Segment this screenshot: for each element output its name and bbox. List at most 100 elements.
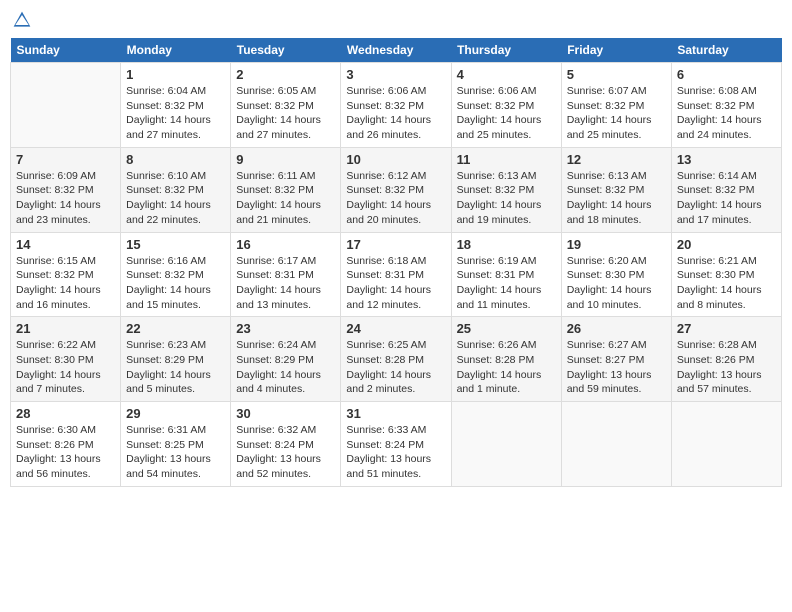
col-header-thursday: Thursday bbox=[451, 38, 561, 63]
page-header bbox=[10, 10, 782, 30]
day-number: 30 bbox=[236, 406, 335, 421]
calendar-header-row: SundayMondayTuesdayWednesdayThursdayFrid… bbox=[11, 38, 782, 63]
day-info: Sunrise: 6:11 AM Sunset: 8:32 PM Dayligh… bbox=[236, 169, 335, 228]
day-number: 28 bbox=[16, 406, 115, 421]
day-info: Sunrise: 6:21 AM Sunset: 8:30 PM Dayligh… bbox=[677, 254, 776, 313]
calendar-cell: 15 Sunrise: 6:16 AM Sunset: 8:32 PM Dayli… bbox=[121, 232, 231, 317]
day-number: 20 bbox=[677, 237, 776, 252]
day-number: 3 bbox=[346, 67, 445, 82]
day-info: Sunrise: 6:31 AM Sunset: 8:25 PM Dayligh… bbox=[126, 423, 225, 482]
calendar-cell: 9 Sunrise: 6:11 AM Sunset: 8:32 PM Daylig… bbox=[231, 147, 341, 232]
day-number: 27 bbox=[677, 321, 776, 336]
day-number: 13 bbox=[677, 152, 776, 167]
calendar-cell: 26 Sunrise: 6:27 AM Sunset: 8:27 PM Dayli… bbox=[561, 317, 671, 402]
day-info: Sunrise: 6:10 AM Sunset: 8:32 PM Dayligh… bbox=[126, 169, 225, 228]
calendar-cell: 22 Sunrise: 6:23 AM Sunset: 8:29 PM Dayli… bbox=[121, 317, 231, 402]
day-info: Sunrise: 6:24 AM Sunset: 8:29 PM Dayligh… bbox=[236, 338, 335, 397]
day-number: 22 bbox=[126, 321, 225, 336]
day-info: Sunrise: 6:04 AM Sunset: 8:32 PM Dayligh… bbox=[126, 84, 225, 143]
calendar-cell: 17 Sunrise: 6:18 AM Sunset: 8:31 PM Dayli… bbox=[341, 232, 451, 317]
day-info: Sunrise: 6:25 AM Sunset: 8:28 PM Dayligh… bbox=[346, 338, 445, 397]
day-info: Sunrise: 6:06 AM Sunset: 8:32 PM Dayligh… bbox=[457, 84, 556, 143]
week-row-4: 21Sunrise: 6:22 AM Sunset: 8:30 PM Dayli… bbox=[11, 317, 782, 402]
calendar-cell: 2Sunrise: 6:05 AM Sunset: 8:32 PM Daylig… bbox=[231, 63, 341, 148]
day-number: 16 bbox=[236, 237, 335, 252]
day-number: 5 bbox=[567, 67, 666, 82]
week-row-3: 14 Sunrise: 6:15 AM Sunset: 8:32 PM Dayli… bbox=[11, 232, 782, 317]
calendar-cell: 8 Sunrise: 6:10 AM Sunset: 8:32 PM Daylig… bbox=[121, 147, 231, 232]
calendar-cell: 28 Sunrise: 6:30 AM Sunset: 8:26 PM Dayli… bbox=[11, 402, 121, 487]
calendar-cell: 7 Sunrise: 6:09 AM Sunset: 8:32 PM Daylig… bbox=[11, 147, 121, 232]
calendar-cell: 16 Sunrise: 6:17 AM Sunset: 8:31 PM Dayli… bbox=[231, 232, 341, 317]
week-row-5: 28 Sunrise: 6:30 AM Sunset: 8:26 PM Dayli… bbox=[11, 402, 782, 487]
calendar-cell: 13 Sunrise: 6:14 AM Sunset: 8:32 PM Dayli… bbox=[671, 147, 781, 232]
calendar-cell: 3 Sunrise: 6:06 AM Sunset: 8:32 PM Daylig… bbox=[341, 63, 451, 148]
day-info: Sunrise: 6:13 AM Sunset: 8:32 PM Dayligh… bbox=[567, 169, 666, 228]
calendar-cell: 6Sunrise: 6:08 AM Sunset: 8:32 PM Daylig… bbox=[671, 63, 781, 148]
logo-icon bbox=[12, 10, 32, 30]
day-info: Sunrise: 6:22 AM Sunset: 8:30 PM Dayligh… bbox=[16, 338, 115, 397]
day-info: Sunrise: 6:32 AM Sunset: 8:24 PM Dayligh… bbox=[236, 423, 335, 482]
calendar-cell: 10 Sunrise: 6:12 AM Sunset: 8:32 PM Dayli… bbox=[341, 147, 451, 232]
day-info: Sunrise: 6:15 AM Sunset: 8:32 PM Dayligh… bbox=[16, 254, 115, 313]
calendar-cell: 11 Sunrise: 6:13 AM Sunset: 8:32 PM Dayli… bbox=[451, 147, 561, 232]
day-number: 23 bbox=[236, 321, 335, 336]
calendar-cell: 20 Sunrise: 6:21 AM Sunset: 8:30 PM Dayli… bbox=[671, 232, 781, 317]
calendar-cell: 18Sunrise: 6:19 AM Sunset: 8:31 PM Dayli… bbox=[451, 232, 561, 317]
day-info: Sunrise: 6:33 AM Sunset: 8:24 PM Dayligh… bbox=[346, 423, 445, 482]
calendar-cell: 27 Sunrise: 6:28 AM Sunset: 8:26 PM Dayli… bbox=[671, 317, 781, 402]
calendar-cell bbox=[671, 402, 781, 487]
day-number: 4 bbox=[457, 67, 556, 82]
day-number: 14 bbox=[16, 237, 115, 252]
calendar-cell: 5 Sunrise: 6:07 AM Sunset: 8:32 PM Daylig… bbox=[561, 63, 671, 148]
day-info: Sunrise: 6:30 AM Sunset: 8:26 PM Dayligh… bbox=[16, 423, 115, 482]
day-number: 15 bbox=[126, 237, 225, 252]
day-info: Sunrise: 6:06 AM Sunset: 8:32 PM Dayligh… bbox=[346, 84, 445, 143]
col-header-saturday: Saturday bbox=[671, 38, 781, 63]
day-info: Sunrise: 6:14 AM Sunset: 8:32 PM Dayligh… bbox=[677, 169, 776, 228]
day-info: Sunrise: 6:16 AM Sunset: 8:32 PM Dayligh… bbox=[126, 254, 225, 313]
day-info: Sunrise: 6:17 AM Sunset: 8:31 PM Dayligh… bbox=[236, 254, 335, 313]
day-info: Sunrise: 6:19 AM Sunset: 8:31 PM Dayligh… bbox=[457, 254, 556, 313]
col-header-monday: Monday bbox=[121, 38, 231, 63]
day-info: Sunrise: 6:12 AM Sunset: 8:32 PM Dayligh… bbox=[346, 169, 445, 228]
calendar-cell: 1 Sunrise: 6:04 AM Sunset: 8:32 PM Daylig… bbox=[121, 63, 231, 148]
calendar-cell: 19 Sunrise: 6:20 AM Sunset: 8:30 PM Dayli… bbox=[561, 232, 671, 317]
day-info: Sunrise: 6:07 AM Sunset: 8:32 PM Dayligh… bbox=[567, 84, 666, 143]
day-number: 19 bbox=[567, 237, 666, 252]
day-info: Sunrise: 6:08 AM Sunset: 8:32 PM Dayligh… bbox=[677, 84, 776, 143]
logo bbox=[10, 10, 34, 30]
calendar-cell: 23 Sunrise: 6:24 AM Sunset: 8:29 PM Dayli… bbox=[231, 317, 341, 402]
day-info: Sunrise: 6:18 AM Sunset: 8:31 PM Dayligh… bbox=[346, 254, 445, 313]
day-info: Sunrise: 6:20 AM Sunset: 8:30 PM Dayligh… bbox=[567, 254, 666, 313]
day-number: 9 bbox=[236, 152, 335, 167]
day-info: Sunrise: 6:23 AM Sunset: 8:29 PM Dayligh… bbox=[126, 338, 225, 397]
calendar-cell: 12Sunrise: 6:13 AM Sunset: 8:32 PM Dayli… bbox=[561, 147, 671, 232]
day-info: Sunrise: 6:27 AM Sunset: 8:27 PM Dayligh… bbox=[567, 338, 666, 397]
col-header-wednesday: Wednesday bbox=[341, 38, 451, 63]
day-number: 10 bbox=[346, 152, 445, 167]
day-info: Sunrise: 6:28 AM Sunset: 8:26 PM Dayligh… bbox=[677, 338, 776, 397]
calendar-cell: 30 Sunrise: 6:32 AM Sunset: 8:24 PM Dayli… bbox=[231, 402, 341, 487]
calendar-cell: 25Sunrise: 6:26 AM Sunset: 8:28 PM Dayli… bbox=[451, 317, 561, 402]
week-row-2: 7 Sunrise: 6:09 AM Sunset: 8:32 PM Daylig… bbox=[11, 147, 782, 232]
day-number: 17 bbox=[346, 237, 445, 252]
day-number: 8 bbox=[126, 152, 225, 167]
day-info: Sunrise: 6:13 AM Sunset: 8:32 PM Dayligh… bbox=[457, 169, 556, 228]
day-info: Sunrise: 6:09 AM Sunset: 8:32 PM Dayligh… bbox=[16, 169, 115, 228]
calendar-cell: 4 Sunrise: 6:06 AM Sunset: 8:32 PM Daylig… bbox=[451, 63, 561, 148]
day-info: Sunrise: 6:26 AM Sunset: 8:28 PM Dayligh… bbox=[457, 338, 556, 397]
day-number: 7 bbox=[16, 152, 115, 167]
day-number: 31 bbox=[346, 406, 445, 421]
col-header-friday: Friday bbox=[561, 38, 671, 63]
calendar-cell bbox=[11, 63, 121, 148]
col-header-sunday: Sunday bbox=[11, 38, 121, 63]
day-number: 11 bbox=[457, 152, 556, 167]
calendar-cell bbox=[561, 402, 671, 487]
day-number: 1 bbox=[126, 67, 225, 82]
day-number: 26 bbox=[567, 321, 666, 336]
calendar-cell: 29Sunrise: 6:31 AM Sunset: 8:25 PM Dayli… bbox=[121, 402, 231, 487]
calendar-cell bbox=[451, 402, 561, 487]
calendar-cell: 24 Sunrise: 6:25 AM Sunset: 8:28 PM Dayli… bbox=[341, 317, 451, 402]
day-number: 24 bbox=[346, 321, 445, 336]
